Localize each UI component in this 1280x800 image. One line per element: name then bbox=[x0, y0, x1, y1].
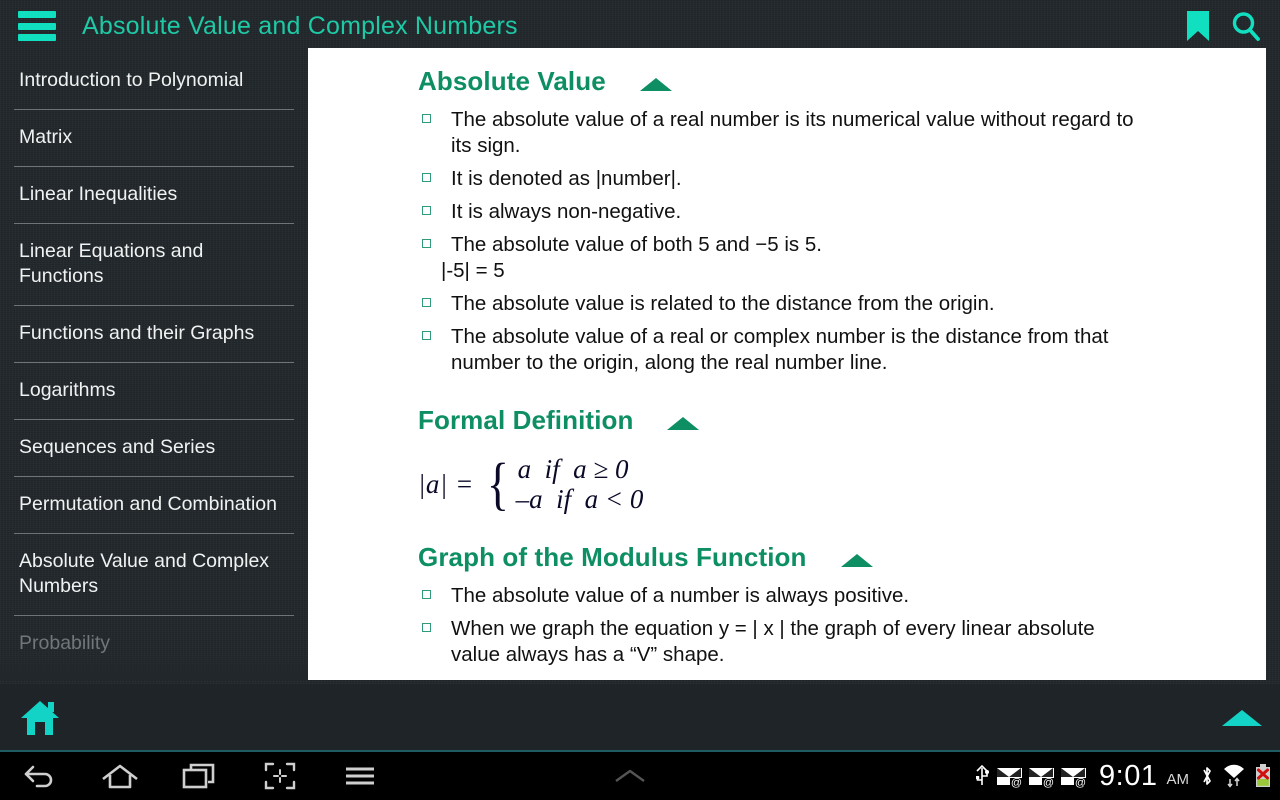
section-title: Graph of the Modulus Function bbox=[418, 542, 807, 572]
square-bullet-icon bbox=[422, 623, 431, 632]
square-bullet-icon bbox=[422, 331, 431, 340]
back-icon[interactable] bbox=[0, 752, 80, 800]
mail-at-icon: @ bbox=[997, 767, 1024, 788]
bullet-list-absolute-value: The absolute value of a real number is i… bbox=[308, 101, 1266, 376]
chevron-up-icon[interactable] bbox=[612, 752, 648, 800]
section-header-absolute-value[interactable]: Absolute Value bbox=[308, 58, 1266, 101]
sidebar-item-label: Logarithms bbox=[19, 379, 116, 401]
sidebar-item-label: Introduction to Polynomial bbox=[19, 69, 244, 91]
sidebar-item-probability[interactable]: Probability bbox=[0, 615, 308, 672]
sidebar-item-sequences-and-series[interactable]: Sequences and Series bbox=[0, 419, 308, 476]
list-item: When we graph the equation y = | x | the… bbox=[418, 616, 1140, 668]
list-item: The absolute value is related to the dis… bbox=[418, 291, 1140, 317]
list-item-text: The absolute value of both 5 and −5 is 5… bbox=[451, 233, 822, 256]
mail-at-icon: @ bbox=[1061, 767, 1088, 788]
android-navigation-bar: @ @ @ 9:01 AM bbox=[0, 752, 1280, 800]
bottom-toolbar bbox=[0, 684, 1280, 752]
sidebar-item-label: Sequences and Series bbox=[19, 436, 216, 458]
list-item-text: The absolute value of a real or complex … bbox=[451, 325, 1109, 374]
triangle-up-icon[interactable] bbox=[639, 77, 672, 91]
list-item: The absolute value of both 5 and −5 is 5… bbox=[418, 232, 1140, 284]
section-header-formal-definition[interactable]: Formal Definition bbox=[308, 383, 1266, 440]
screen-root: Absolute Value and Complex Numbers Intro… bbox=[0, 0, 1280, 800]
list-item-text: It is always non-negative. bbox=[451, 200, 682, 223]
formula-case-2: –a if a < 0 bbox=[515, 484, 644, 514]
list-item-subtext: |-5| = 5 bbox=[441, 259, 505, 282]
sidebar-item-matrix[interactable]: Matrix bbox=[0, 109, 308, 166]
square-bullet-icon bbox=[422, 173, 431, 182]
square-bullet-icon bbox=[422, 239, 431, 248]
sidebar-item-label: Linear Equations and Functions bbox=[19, 240, 204, 287]
screenshot-icon[interactable] bbox=[240, 752, 320, 800]
bookmark-icon[interactable] bbox=[1184, 10, 1212, 42]
formula-brace: { bbox=[486, 451, 509, 516]
sidebar-item-label: Linear Inequalities bbox=[19, 183, 178, 205]
wifi-updown-icon bbox=[1224, 764, 1244, 788]
list-item: The absolute value of a real or complex … bbox=[418, 324, 1140, 376]
status-bar-clock: 9:01 bbox=[1099, 759, 1158, 792]
formula-lhs: |a| = bbox=[418, 468, 474, 499]
section-title: Absolute Value bbox=[418, 66, 606, 96]
lesson-content-inner: Absolute Value The absolute value of a r… bbox=[308, 48, 1266, 668]
list-item-text: The absolute value of a real number is i… bbox=[451, 108, 1134, 157]
page-title: Absolute Value and Complex Numbers bbox=[82, 11, 518, 40]
status-bar: @ @ @ 9:01 AM bbox=[974, 752, 1272, 800]
bullet-list-graph-of-the-modulus-function: The absolute value of a number is always… bbox=[308, 577, 1266, 668]
app-bar-actions bbox=[1184, 10, 1280, 42]
hamburger-menu-icon[interactable] bbox=[18, 11, 56, 41]
list-item: It is denoted as |number|. bbox=[418, 166, 1140, 192]
triangle-up-icon[interactable] bbox=[667, 416, 700, 430]
section-title: Formal Definition bbox=[418, 405, 634, 435]
square-bullet-icon bbox=[422, 298, 431, 307]
sidebar-nav[interactable]: Introduction to Polynomial Matrix Linear… bbox=[0, 52, 308, 680]
list-item-text: When we graph the equation y = | x | the… bbox=[451, 617, 1095, 666]
menu-icon[interactable] bbox=[320, 752, 400, 800]
list-item-text: The absolute value of a number is always… bbox=[451, 584, 910, 607]
sidebar-item-absolute-value-and-complex-numbers[interactable]: Absolute Value and Complex Numbers bbox=[0, 533, 308, 615]
sidebar-item-label: Matrix bbox=[19, 126, 73, 148]
usb-icon bbox=[976, 764, 990, 785]
list-item: The absolute value of a number is always… bbox=[418, 583, 1140, 609]
sidebar-item-introduction-to-polynomial[interactable]: Introduction to Polynomial bbox=[0, 52, 308, 109]
square-bullet-icon bbox=[422, 206, 431, 215]
sidebar-item-label: Probability bbox=[19, 632, 111, 654]
search-icon[interactable] bbox=[1230, 10, 1262, 42]
recents-icon[interactable] bbox=[160, 752, 240, 800]
list-item: The absolute value of a real number is i… bbox=[418, 107, 1140, 159]
list-item: It is always non-negative. bbox=[418, 199, 1140, 225]
formula-case-1: a if a ≥ 0 bbox=[517, 454, 629, 484]
lesson-content-panel[interactable]: Absolute Value The absolute value of a r… bbox=[308, 48, 1266, 680]
scroll-to-top-triangle-up-icon[interactable] bbox=[1222, 710, 1262, 726]
square-bullet-icon bbox=[422, 114, 431, 123]
triangle-up-icon[interactable] bbox=[840, 553, 873, 567]
list-item-text: It is denoted as |number|. bbox=[451, 167, 682, 190]
sidebar-item-permutation-and-combination[interactable]: Permutation and Combination bbox=[0, 476, 308, 533]
sidebar-item-label: Functions and their Graphs bbox=[19, 322, 255, 344]
mail-at-icon: @ bbox=[1029, 767, 1056, 788]
square-bullet-icon bbox=[422, 590, 431, 599]
home-icon[interactable] bbox=[19, 698, 61, 743]
sidebar-item-linear-inequalities[interactable]: Linear Inequalities bbox=[0, 166, 308, 223]
section-header-graph-of-the-modulus-function[interactable]: Graph of the Modulus Function bbox=[308, 520, 1266, 577]
sidebar-item-linear-equations-and-functions[interactable]: Linear Equations and Functions bbox=[0, 223, 308, 305]
formula-cases: a if a ≥ 0 –a if a < 0 bbox=[516, 454, 644, 514]
bluetooth-icon bbox=[1203, 767, 1211, 785]
list-item-text: The absolute value is related to the dis… bbox=[451, 292, 995, 315]
formal-definition-formula: |a| = { a if a ≥ 0 –a if a < 0 bbox=[308, 440, 1266, 520]
status-bar-meridiem: AM bbox=[1166, 771, 1190, 788]
android-nav-buttons bbox=[0, 752, 400, 800]
sidebar-item-logarithms[interactable]: Logarithms bbox=[0, 362, 308, 419]
battery-error-icon bbox=[1256, 764, 1270, 787]
sidebar-item-label: Permutation and Combination bbox=[19, 493, 277, 515]
sidebar-item-label: Absolute Value and Complex Numbers bbox=[19, 550, 270, 597]
app-bar: Absolute Value and Complex Numbers bbox=[0, 0, 1280, 52]
home-icon[interactable] bbox=[80, 752, 160, 800]
sidebar-item-functions-and-their-graphs[interactable]: Functions and their Graphs bbox=[0, 305, 308, 362]
